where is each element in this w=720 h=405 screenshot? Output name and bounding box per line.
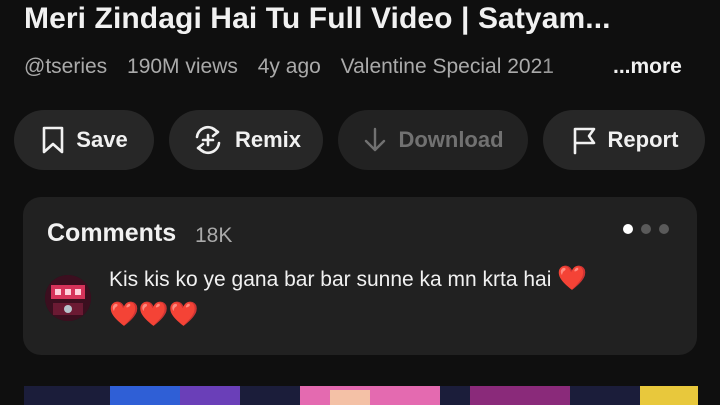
- comments-count: 18K: [195, 224, 233, 247]
- download-button[interactable]: Download: [338, 110, 528, 170]
- description-snippet: Valentine Special 2021: [340, 55, 554, 78]
- remix-label: Remix: [234, 127, 302, 152]
- flag-icon: [570, 125, 598, 155]
- save-label: Save: [76, 127, 128, 152]
- comments-heading: Comments: [47, 219, 177, 247]
- download-label: Download: [398, 127, 504, 152]
- pager-dot: [659, 224, 669, 234]
- comments-card[interactable]: Comments 18K Kis kis ko ye gana bar bar …: [23, 197, 697, 355]
- video-meta[interactable]: @tseries 190M views 4y ago Valentine Spe…: [24, 55, 614, 81]
- comment-text-block: Kis kis ko ye gana bar bar sunne ka mn k…: [109, 261, 679, 333]
- remix-button[interactable]: Remix: [169, 110, 323, 170]
- comments-pager: [623, 224, 669, 234]
- commenter-avatar[interactable]: [45, 275, 91, 321]
- pager-dot: [641, 224, 651, 234]
- video-title[interactable]: Meri Zindagi Hai Tu Full Video | Satyam.…: [24, 2, 714, 36]
- download-icon: [362, 125, 388, 155]
- remix-icon: [191, 123, 225, 157]
- report-label: Report: [607, 127, 679, 152]
- pager-dot: [623, 224, 633, 234]
- channel-handle[interactable]: @tseries: [24, 55, 107, 78]
- more-link[interactable]: ...more: [613, 55, 682, 79]
- meta-fade: [540, 52, 620, 84]
- heart-emojis: ❤️❤️❤️: [109, 300, 199, 328]
- heart-emoji: ❤️: [557, 264, 588, 292]
- next-video-thumbnail[interactable]: [0, 372, 720, 405]
- save-button[interactable]: Save: [14, 110, 154, 170]
- view-count: 190M views: [127, 55, 238, 78]
- report-button[interactable]: Report: [543, 110, 705, 170]
- upload-age: 4y ago: [257, 55, 321, 78]
- comment-text: Kis kis ko ye gana bar bar sunne ka mn k…: [109, 268, 552, 291]
- bookmark-icon: [40, 125, 66, 155]
